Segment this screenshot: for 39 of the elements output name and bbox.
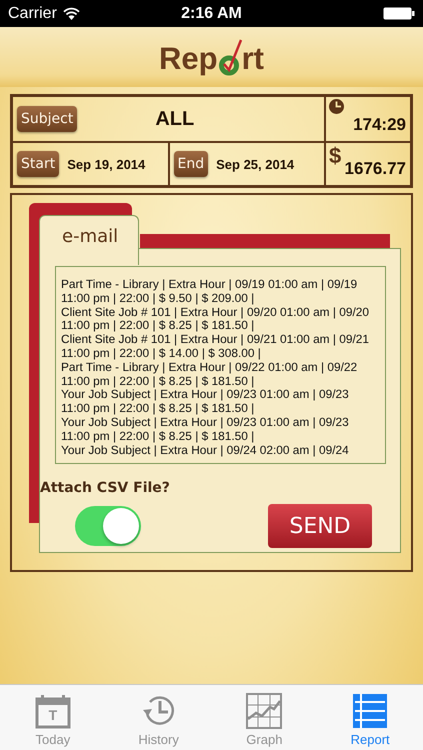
start-button[interactable]: Start [17,151,60,177]
email-line: 11:00 pm | 22:00 | $ 8.25 | $ 181.50 | [61,402,256,416]
tab-bar-item[interactable]: Graph [212,685,318,750]
clock-icon [329,99,344,114]
tab-bar-item[interactable]: History [106,685,212,750]
email-line: Client Site Job # 101 | Extra Hour | 09/20 01:00 am | 09/20 [61,306,370,320]
email-line: 11:00 pm | 22:00 | $ 8.25 | $ 181.50 | [61,374,256,388]
hours-total: 174:29 [353,115,406,135]
email-line: Client Site Job # 101 | Extra Hour | 09/21 01:00 am | 09/21 [61,333,370,347]
list-icon [352,693,388,729]
send-button[interactable]: SEND [268,504,372,548]
email-line: 11:00 pm | 22:00 | $ 9.50 | $ 209.00 | [61,292,256,306]
wifi-icon [62,7,80,20]
email-body[interactable] [55,266,386,464]
money-total: 1676.77 [344,159,406,179]
tab-bar-item[interactable]: Report [317,685,423,750]
battery-icon [383,7,415,20]
end-date: Sep 25, 2014 [216,156,294,172]
email-line: 11:00 pm | 22:00 | $ 8.25 | $ 181.50 | [61,319,256,334]
email-line: Your Job Subject | Extra Hour | 09/24 02:00 am | 09/24 [61,444,350,458]
carrier-label: Carrier [8,4,57,22]
app-title: rt [242,40,264,76]
email-line: Your Job Subject | Extra Hour | 09/23 01:00 am | 09/23 [61,416,350,430]
email-line: Part Time - Library | Extra Hour | 09/22 01:00 am | 09/22 [61,360,358,375]
subject-value: ALL [155,108,194,130]
email-line: 11:00 pm | 22:00 | $ 14.00 | $ 308.00 | [61,346,262,361]
app-title: Rep [159,40,218,76]
dollar-sign: $ [329,143,342,169]
email-line: Part Time - Library | Extra Hour | 09/19 01:00 am | 09/19 [61,278,358,292]
clock-time: 2:16 AM [181,4,242,22]
check-ring-icon [218,38,242,76]
subject-button[interactable]: Subject [17,106,78,132]
email-line: Your Job Subject | Extra Hour | 09/23 01:00 am | 09/23 [61,388,350,402]
graph-icon [246,693,282,729]
end-button[interactable]: End [174,151,208,177]
tab-bar-item[interactable]: T Today [0,685,106,750]
attach-csv-label: Attach CSV File? [40,480,170,496]
start-date: Sep 19, 2014 [67,156,146,172]
email-line: 11:00 pm | 22:00 | $ 8.25 | $ 181.50 | [61,430,256,444]
